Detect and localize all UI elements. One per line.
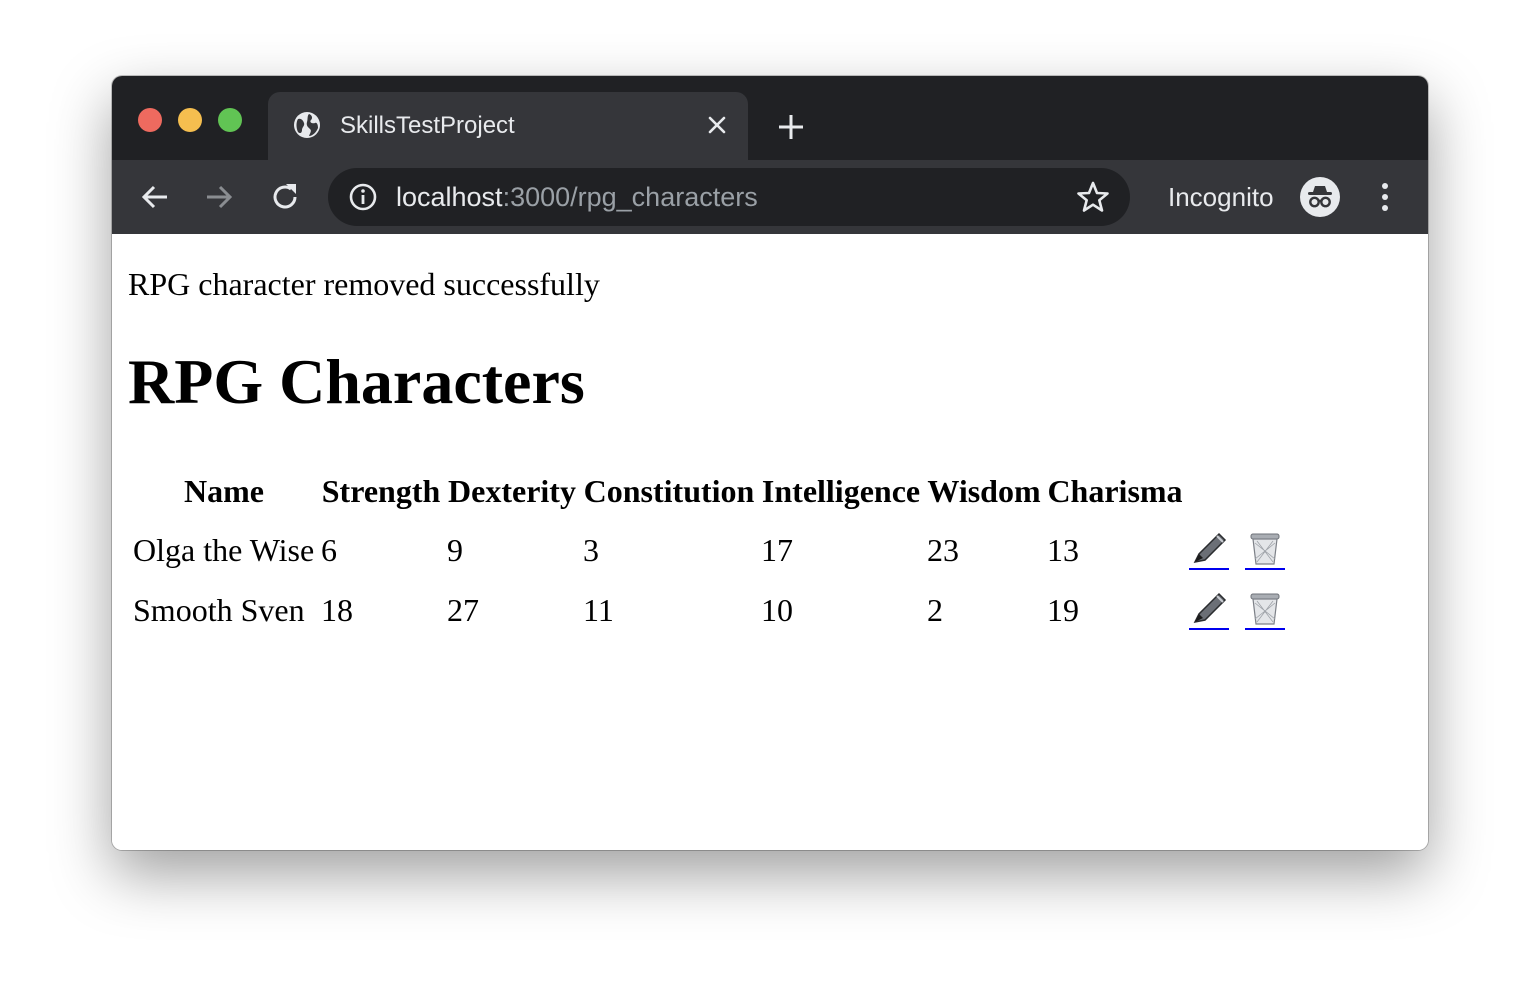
- bookmark-star-icon[interactable]: [1076, 180, 1110, 214]
- url-host: localhost: [396, 182, 503, 212]
- delete-link[interactable]: [1245, 592, 1285, 631]
- cell-intelligence: 17: [761, 531, 793, 568]
- edit-link[interactable]: [1189, 592, 1229, 631]
- pencil-icon: [1193, 593, 1227, 624]
- cell-actions: [1188, 582, 1294, 638]
- page-content: RPG character removed successfully RPG C…: [112, 234, 1428, 850]
- tab-close-icon[interactable]: [702, 110, 732, 140]
- browser-toolbar: localhost:3000/rpg_characters Incognito: [112, 160, 1428, 234]
- title-bar: SkillsTestProject: [112, 76, 1428, 160]
- forward-button[interactable]: [202, 180, 236, 214]
- reload-icon: [273, 184, 297, 209]
- new-tab-button[interactable]: [774, 110, 808, 144]
- window-minimize-button[interactable]: [178, 108, 202, 132]
- table-header-row: Name Strength Dexterity Constitution Int…: [132, 464, 1294, 518]
- table-row: Olga the Wise 6 9 3 17 23 13: [132, 522, 1294, 578]
- browser-menu-button[interactable]: [1368, 180, 1402, 214]
- edit-link[interactable]: [1189, 532, 1229, 571]
- tab-title: SkillsTestProject: [340, 112, 515, 139]
- cell-strength: 6: [321, 531, 337, 568]
- column-header-intelligence: Intelligence: [761, 472, 921, 509]
- cell-constitution: 11: [583, 591, 614, 628]
- trash-icon: [1250, 533, 1280, 565]
- table-row: Smooth Sven 18 27 11 10 2 19: [132, 582, 1294, 638]
- address-bar[interactable]: localhost:3000/rpg_characters: [328, 168, 1130, 226]
- tab-skillstestproject[interactable]: SkillsTestProject: [268, 92, 748, 160]
- cell-dexterity: 27: [447, 591, 479, 628]
- globe-icon: [292, 110, 322, 140]
- incognito-icon[interactable]: [1300, 177, 1340, 217]
- window-maximize-button[interactable]: [218, 108, 242, 132]
- cell-dexterity: 9: [447, 531, 463, 568]
- column-header-constitution: Constitution: [583, 472, 755, 509]
- flash-notice: RPG character removed successfully: [128, 266, 600, 302]
- incognito-label[interactable]: Incognito: [1168, 182, 1274, 213]
- column-header-charisma: Charisma: [1047, 472, 1183, 509]
- url-path: :3000/rpg_characters: [502, 182, 758, 212]
- characters-table: Name Strength Dexterity Constitution Int…: [128, 460, 1298, 642]
- cell-intelligence: 10: [761, 591, 793, 628]
- cell-charisma: 13: [1047, 531, 1079, 568]
- cell-name: Olga the Wise: [133, 531, 315, 568]
- page-title: RPG Characters: [128, 346, 585, 417]
- column-header-dexterity: Dexterity: [448, 472, 576, 509]
- reload-button[interactable]: [268, 180, 302, 214]
- cell-name: Smooth Sven: [133, 591, 305, 628]
- arrow-right-icon: [207, 185, 233, 209]
- info-icon[interactable]: [348, 182, 378, 212]
- delete-link[interactable]: [1245, 532, 1285, 571]
- column-header-strength: Strength: [321, 472, 441, 509]
- trash-icon: [1250, 593, 1280, 625]
- cell-actions: [1188, 522, 1294, 578]
- browser-window: SkillsTestProject localhost:3000/rpg_cha…: [112, 76, 1428, 850]
- cell-strength: 18: [321, 591, 353, 628]
- vertical-dots-icon: [1382, 183, 1388, 211]
- back-button[interactable]: [138, 180, 172, 214]
- column-header-wisdom: Wisdom: [927, 472, 1041, 509]
- pencil-icon: [1193, 533, 1227, 564]
- url-text: localhost:3000/rpg_characters: [396, 182, 758, 212]
- cell-wisdom: 2: [927, 591, 943, 628]
- window-close-button[interactable]: [138, 108, 162, 132]
- plus-icon: [779, 115, 803, 139]
- cell-constitution: 3: [583, 531, 599, 568]
- column-header-name: Name: [184, 472, 264, 509]
- cell-charisma: 19: [1047, 591, 1079, 628]
- column-header-actions: [1188, 464, 1294, 518]
- cell-wisdom: 23: [927, 531, 959, 568]
- arrow-left-icon: [141, 185, 167, 209]
